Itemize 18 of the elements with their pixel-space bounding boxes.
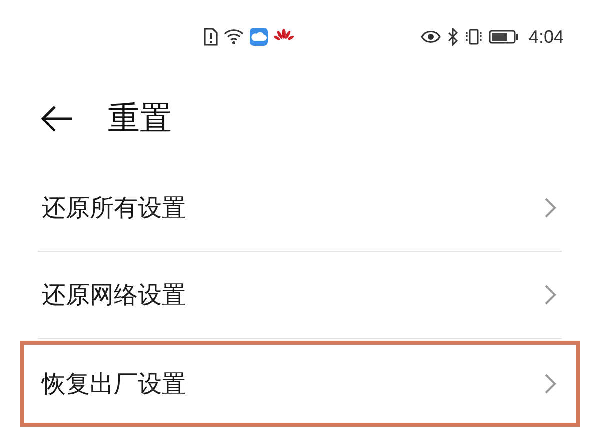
row-label: 恢复出厂设置 (42, 369, 186, 400)
battery-icon (488, 30, 519, 44)
clock-time: 4:04 (528, 26, 564, 48)
cloud-app-icon (250, 28, 268, 46)
page-title: 重置 (108, 98, 172, 139)
wifi-icon (224, 29, 244, 45)
sim-alert-icon (204, 28, 218, 46)
bluetooth-icon (446, 28, 459, 46)
chevron-right-icon (544, 373, 558, 395)
chevron-right-icon (544, 197, 558, 219)
row-label: 还原网络设置 (42, 280, 186, 311)
row-label: 还原所有设置 (42, 193, 186, 224)
settings-row[interactable]: 还原网络设置 (20, 252, 580, 338)
eye-icon (420, 30, 441, 44)
chevron-right-icon (544, 284, 558, 306)
settings-row[interactable]: 还原所有设置 (20, 165, 580, 251)
vibrate-icon (464, 29, 483, 45)
highlighted-settings-row[interactable]: 恢复出厂设置 (20, 341, 580, 427)
